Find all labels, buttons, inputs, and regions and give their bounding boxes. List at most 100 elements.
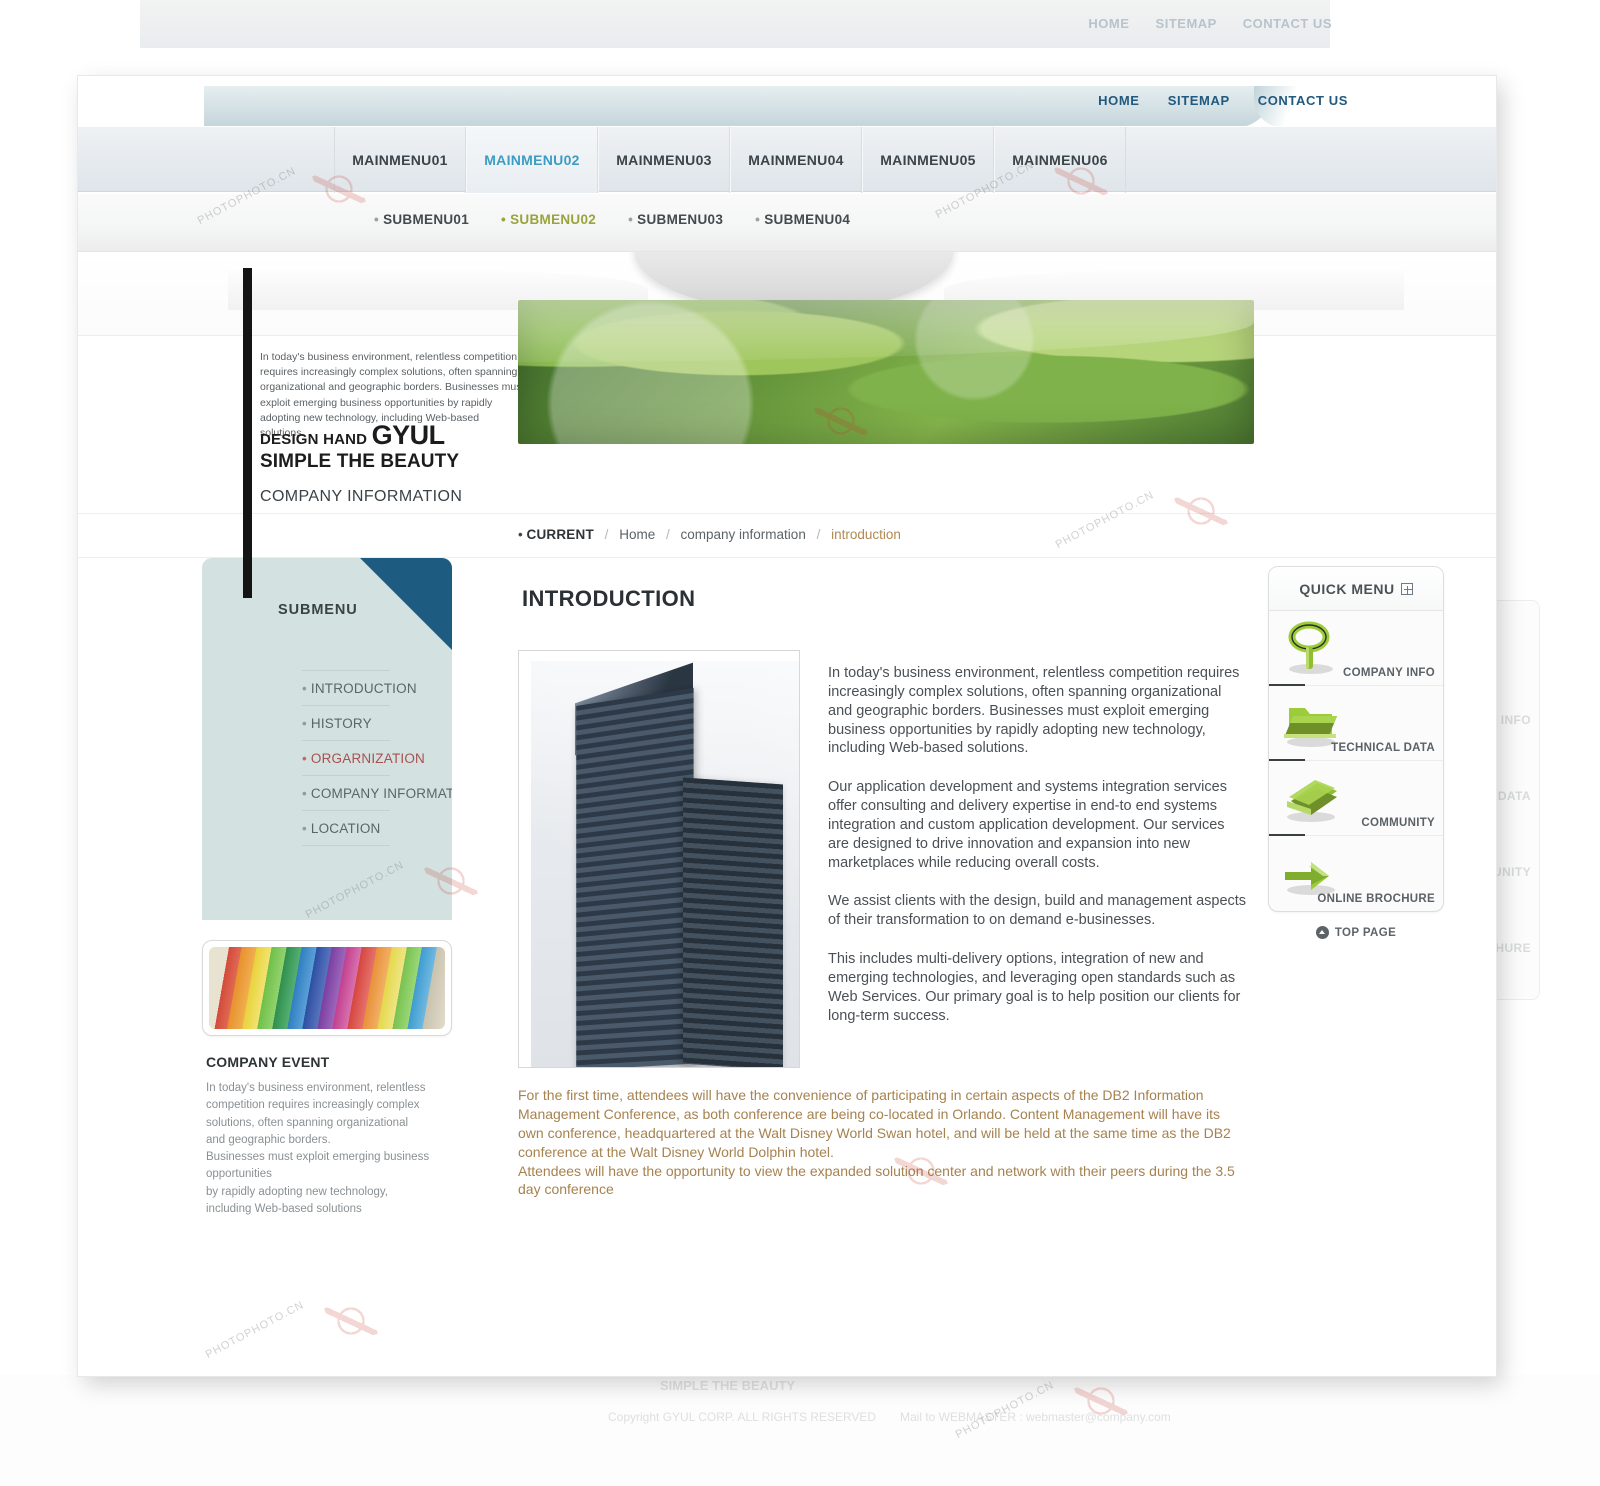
top-arrow-icon (1315, 926, 1329, 939)
intro-paragraph-1: In today's business environment, relentl… (828, 665, 1240, 757)
content-area: SUBMENU INTRODUCTION HISTORY ORGARNIZATI… (78, 558, 1496, 1376)
quick-menu-label-community: COMMUNITY (1361, 817, 1435, 829)
main-navigation-bar: MAINMENU01 MAINMENU02 MAINMENU03 MAINMEN… (78, 126, 1496, 193)
company-event-thumbnail[interactable] (202, 940, 452, 1036)
ghost-topbar-links: HOME SITEMAP CONTACT US (1066, 16, 1332, 31)
quick-menu-panel: QUICK MENU COMPANY INFO TECHNICAL DATA C… (1268, 566, 1444, 912)
quick-menu-item-online-brochure[interactable]: ONLINE BROCHURE (1269, 836, 1443, 911)
breadcrumb-separator-1: / (604, 527, 609, 542)
intro-paragraph-3: We assist clients with the design, build… (828, 893, 1247, 929)
hero-glass-overlay (518, 300, 1254, 362)
watermark-mark-6 (1074, 1374, 1128, 1428)
mainmenu-item-05[interactable]: MAINMENU05 (862, 127, 994, 193)
intro-paragraph-2: Our application development and systems … (828, 779, 1227, 871)
ghost-footer-logo-line2: SIMPLE THE BEAUTY (660, 1378, 796, 1393)
site-logo[interactable]: DESIGN HAND GYUL SIMPLE THE BEAUTY (260, 422, 459, 473)
ghost-link-sitemap: SITEMAP (1155, 16, 1217, 31)
top-nav-sitemap[interactable]: SITEMAP (1168, 93, 1230, 108)
quick-menu-item-community[interactable]: COMMUNITY (1269, 761, 1443, 836)
submenu-item-01[interactable]: SUBMENU01 (374, 212, 469, 227)
ghost-topbar (140, 0, 1330, 48)
sidebar-menu-list: INTRODUCTION HISTORY ORGARNIZATION COMPA… (262, 670, 452, 846)
top-page-label: TOP PAGE (1334, 926, 1397, 939)
sidebar-corner-decoration (360, 558, 452, 650)
top-page-button[interactable]: TOP PAGE (1268, 926, 1444, 939)
page-title: INTRODUCTION (522, 586, 696, 611)
ghost-link-contact: CONTACT US (1242, 16, 1332, 31)
quick-menu-item-company-info[interactable]: COMPANY INFO (1269, 611, 1443, 686)
main-navigation-items: MAINMENU01 MAINMENU02 MAINMENU03 MAINMEN… (334, 127, 1126, 193)
sidebar-item-history[interactable]: HISTORY (302, 705, 390, 740)
ghost-footer-mail: Mail to WEBMASTER : webmaster@company.co… (900, 1410, 1171, 1424)
quick-menu-item-technical-data[interactable]: TECHNICAL DATA (1269, 686, 1443, 761)
website-page: HOME SITEMAP CONTACT US MAINMENU01 MAINM… (78, 76, 1496, 1376)
breadcrumb-separator-3: / (816, 527, 821, 542)
logo-line-2: SIMPLE THE BEAUTY (260, 451, 460, 472)
top-navigation: HOME SITEMAP CONTACT US (1074, 93, 1348, 108)
ghost-footer (0, 1375, 1600, 1485)
skyscraper-image (531, 661, 799, 1067)
sidebar-item-location[interactable]: LOCATION (302, 810, 390, 846)
breadcrumb-row: • CURRENT / Home / company information /… (78, 514, 1496, 558)
ghost-footer-logo: SIMPLE THE BEAUTY (660, 1378, 795, 1393)
building-photo-frame (518, 650, 800, 1068)
submenu-item-03[interactable]: SUBMENU03 (628, 212, 723, 227)
arrow-icon (1275, 842, 1349, 904)
folder-icon (1275, 692, 1349, 754)
ghost-mail-address: webmaster@company.com (1026, 1410, 1171, 1424)
ghost-link-home: HOME (1088, 16, 1130, 31)
tower-secondary (683, 777, 783, 1067)
left-sidebar: SUBMENU INTRODUCTION HISTORY ORGARNIZATI… (202, 558, 452, 1215)
submenu-bar-items: SUBMENU01 SUBMENU02 SUBMENU03 SUBMENU04 (374, 212, 850, 227)
ghost-footer-copyright: Copyright GYUL CORP. ALL RIGHTS RESERVED (608, 1410, 877, 1424)
breadcrumb-company-information[interactable]: company information (681, 527, 806, 542)
conference-notice-text: For the first time, attendees will have … (518, 1087, 1235, 1198)
black-accent-bar (243, 268, 252, 598)
breadcrumb-home[interactable]: Home (619, 527, 655, 542)
company-event-body: In today's business environment, relentl… (206, 1082, 430, 1215)
quick-menu-label-company-info: COMPANY INFO (1343, 667, 1435, 679)
introduction-article: In today's business environment, relentl… (518, 650, 1248, 1068)
sidebar-item-company-information[interactable]: COMPANY INFORMATION (302, 775, 452, 810)
quick-menu-title: QUICK MENU (1299, 580, 1395, 597)
mainmenu-item-04[interactable]: MAINMENU04 (730, 127, 862, 193)
logo-line-1: DESIGN HAND GYUL (260, 422, 459, 449)
sidebar-item-introduction[interactable]: INTRODUCTION (302, 670, 417, 705)
company-event-title: COMPANY EVENT (206, 1054, 330, 1070)
top-nav-home[interactable]: HOME (1098, 93, 1139, 108)
sidebar-title: SUBMENU (278, 602, 358, 618)
hero-section-label: COMPANY INFORMATION (260, 488, 463, 505)
tower-main (576, 687, 694, 1067)
breadcrumb-introduction[interactable]: introduction (831, 527, 901, 542)
hero-leaves-image (518, 300, 1254, 444)
breadcrumb-bullet: • (518, 527, 523, 542)
logo-gyul: GYUL (371, 420, 446, 450)
submenu-item-02[interactable]: SUBMENU02 (501, 212, 596, 227)
mainmenu-item-06[interactable]: MAINMENU06 (994, 127, 1126, 193)
mainmenu-item-01[interactable]: MAINMENU01 (334, 127, 466, 193)
books-icon (1275, 767, 1349, 829)
breadcrumb-current-label: CURRENT (526, 527, 594, 542)
introduction-text: In today's business environment, relentl… (800, 650, 1248, 1068)
intro-paragraph-4: This includes multi-delivery options, in… (828, 951, 1241, 1024)
mainmenu-item-03[interactable]: MAINMENU03 (598, 127, 730, 193)
watermark-text-6: PHOTOPHOTO.CN (953, 1378, 1057, 1442)
submenu-bar: SUBMENU01 SUBMENU02 SUBMENU03 SUBMENU04 (78, 194, 1496, 252)
sidebar-submenu-box: SUBMENU INTRODUCTION HISTORY ORGARNIZATI… (202, 558, 452, 920)
hero-section: In today's business environment, relentl… (78, 268, 1496, 598)
submenu-item-04[interactable]: SUBMENU04 (755, 212, 850, 227)
mainmenu-item-02[interactable]: MAINMENU02 (466, 127, 598, 193)
breadcrumb: • CURRENT / Home / company information /… (518, 527, 901, 542)
site-header: HOME SITEMAP CONTACT US MAINMENU01 MAINM… (78, 76, 1496, 194)
colored-pencils-image (209, 947, 445, 1029)
logo-design-hand: DESIGN HAND (260, 431, 368, 448)
ghost-mail-sep: : (1016, 1410, 1027, 1424)
right-sidebar: QUICK MENU COMPANY INFO TECHNICAL DATA C… (1268, 566, 1444, 939)
main-column: INTRODUCTION In today's business environ… (518, 558, 1248, 1199)
top-nav-contact-us[interactable]: CONTACT US (1258, 93, 1348, 108)
plus-box-icon[interactable] (1400, 582, 1413, 595)
breadcrumb-separator-2: / (665, 527, 670, 542)
sidebar-item-orgarnization[interactable]: ORGARNIZATION (302, 740, 425, 775)
ghost-mail-label: Mail to WEBMASTER (900, 1410, 1017, 1424)
magnifier-icon (1275, 617, 1349, 679)
